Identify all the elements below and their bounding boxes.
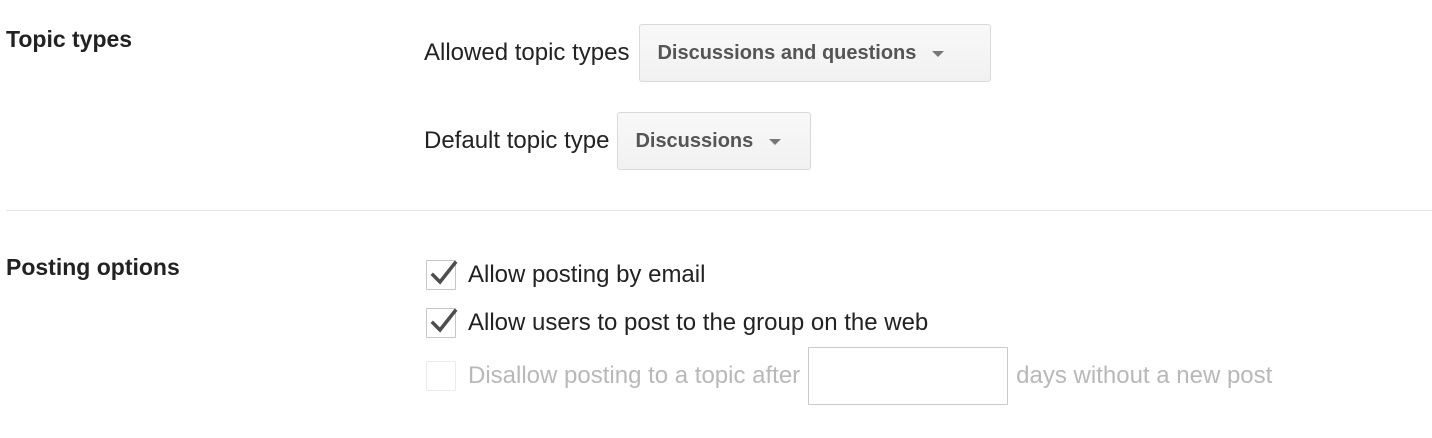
allowed-topic-types-value: Discussions and questions (657, 41, 917, 64)
disallow-posting-label: Disallow posting to a topic after (468, 362, 801, 389)
default-topic-type-row: Default topic type Discussions (424, 112, 812, 170)
allow-web-posting-row[interactable]: Allow users to post to the group on the … (426, 308, 928, 338)
allow-web-posting-checkbox[interactable] (426, 308, 458, 338)
caret-down-icon (932, 51, 945, 57)
allowed-topic-types-label: Allowed topic types (424, 39, 630, 66)
disallow-posting-checkbox[interactable] (426, 361, 456, 391)
allow-email-posting-checkbox[interactable] (426, 260, 458, 290)
allowed-topic-types-dropdown[interactable]: Discussions and questions (639, 24, 992, 82)
checkmark-icon (430, 308, 458, 333)
topic-types-heading: Topic types (6, 26, 133, 52)
days-input[interactable] (808, 347, 1009, 405)
checkmark-icon (430, 260, 458, 285)
default-topic-type-label: Default topic type (424, 127, 610, 154)
section-divider (6, 210, 1432, 211)
posting-options-heading: Posting options (6, 254, 180, 280)
allow-email-posting-row[interactable]: Allow posting by email (426, 260, 705, 290)
allowed-topic-types-row: Allowed topic types Discussions and ques… (424, 24, 992, 82)
allow-email-posting-label: Allow posting by email (468, 261, 706, 288)
disallow-posting-row: Disallow posting to a topic after days w… (426, 347, 1272, 405)
default-topic-type-dropdown[interactable]: Discussions (617, 112, 812, 170)
allow-web-posting-label: Allow users to post to the group on the … (468, 309, 929, 336)
caret-down-icon (769, 139, 782, 145)
default-topic-type-value: Discussions (635, 129, 754, 152)
days-suffix-label: days without a new post (1016, 362, 1273, 389)
